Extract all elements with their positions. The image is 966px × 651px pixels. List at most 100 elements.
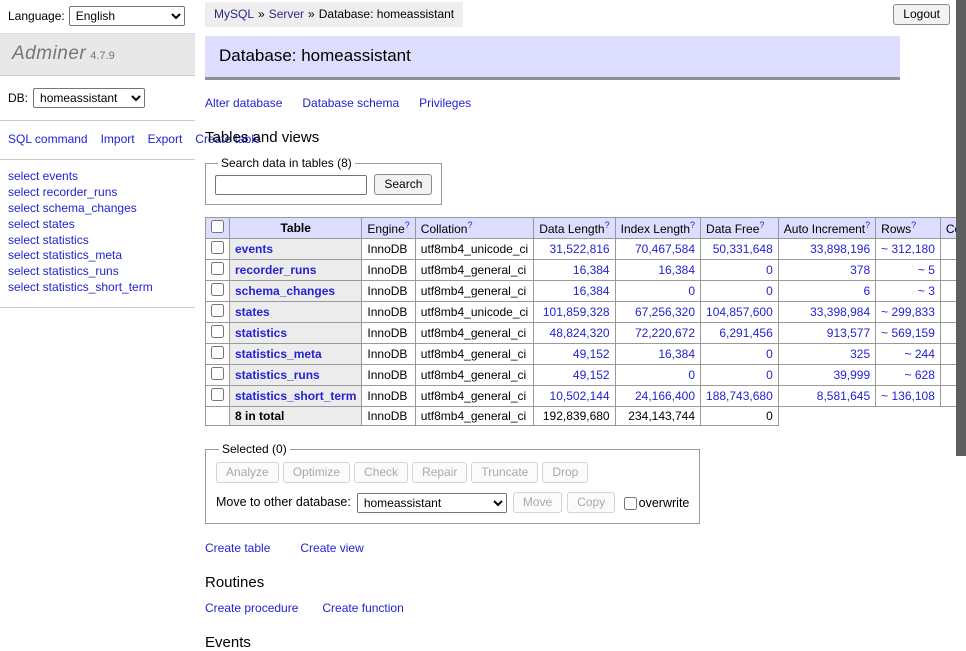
auto-increment-link[interactable]: 8,581,645 xyxy=(817,389,870,403)
sidebar-select-link[interactable]: select schema_changes xyxy=(8,201,187,217)
sidebar-select-link[interactable]: select statistics xyxy=(8,233,187,249)
sidebar-action-link[interactable]: Import xyxy=(101,132,135,146)
move-button[interactable]: Move xyxy=(513,492,562,513)
language-select[interactable]: English xyxy=(69,6,185,26)
row-checkbox[interactable] xyxy=(211,262,224,275)
breadcrumb-link[interactable]: Server xyxy=(269,7,304,21)
create-link[interactable]: Create table xyxy=(205,541,270,555)
sidebar-select-link[interactable]: select statistics_short_term xyxy=(8,280,187,296)
sidebar-action-link[interactable]: Export xyxy=(148,132,183,146)
index-length-link[interactable]: 16,384 xyxy=(658,263,695,277)
auto-increment-link[interactable]: 33,398,984 xyxy=(810,305,870,319)
rows-link[interactable]: ~ 299,833 xyxy=(881,305,935,319)
index-length-link[interactable]: 0 xyxy=(688,284,695,298)
data-free-link[interactable]: 0 xyxy=(766,347,773,361)
row-checkbox[interactable] xyxy=(211,304,224,317)
data-length-link[interactable]: 16,384 xyxy=(573,284,610,298)
index-length-link[interactable]: 24,166,400 xyxy=(635,389,695,403)
table-name-link[interactable]: states xyxy=(235,305,270,319)
selected-action-button[interactable]: Repair xyxy=(412,462,467,483)
index-length-link[interactable]: 16,384 xyxy=(658,347,695,361)
column-help-link[interactable]: ? xyxy=(405,220,410,230)
column-help-link[interactable]: ? xyxy=(605,220,610,230)
row-checkbox[interactable] xyxy=(211,241,224,254)
row-checkbox[interactable] xyxy=(211,388,224,401)
table-name-link[interactable]: schema_changes xyxy=(235,284,335,298)
column-help-link[interactable]: ? xyxy=(759,220,764,230)
auto-increment-link[interactable]: 33,898,196 xyxy=(810,242,870,256)
data-free-link[interactable]: 6,291,456 xyxy=(719,326,772,340)
database-nav-link[interactable]: Alter database xyxy=(205,96,282,110)
table-name-link[interactable]: events xyxy=(235,242,273,256)
db-select[interactable]: homeassistant xyxy=(33,88,145,108)
data-free-link[interactable]: 104,857,600 xyxy=(706,305,773,319)
index-length-link[interactable]: 70,467,584 xyxy=(635,242,695,256)
copy-button[interactable]: Copy xyxy=(567,492,615,513)
routine-link[interactable]: Create procedure xyxy=(205,601,298,615)
sidebar-action-link[interactable]: SQL command xyxy=(8,132,88,146)
table-name-link[interactable]: statistics xyxy=(235,326,287,340)
move-database-select[interactable]: homeassistant xyxy=(357,493,507,513)
row-checkbox[interactable] xyxy=(211,325,224,338)
data-free-link[interactable]: 50,331,648 xyxy=(713,242,773,256)
data-free-link[interactable]: 0 xyxy=(766,284,773,298)
breadcrumb-link[interactable]: MySQL xyxy=(214,7,254,21)
auto-increment-link[interactable]: 39,999 xyxy=(833,368,870,382)
table-name-link[interactable]: statistics_runs xyxy=(235,368,320,382)
data-length-link[interactable]: 48,824,320 xyxy=(550,326,610,340)
database-nav-link[interactable]: Database schema xyxy=(302,96,399,110)
rows-link[interactable]: ~ 244 xyxy=(905,347,935,361)
auto-increment-link[interactable]: 6 xyxy=(863,284,870,298)
data-free-link[interactable]: 0 xyxy=(766,263,773,277)
rows-link[interactable]: ~ 312,180 xyxy=(881,242,935,256)
auto-increment-link[interactable]: 913,577 xyxy=(827,326,870,340)
index-length-link[interactable]: 0 xyxy=(688,368,695,382)
routine-link[interactable]: Create function xyxy=(322,601,403,615)
table-name-link[interactable]: statistics_short_term xyxy=(235,389,356,403)
column-help-link[interactable]: ? xyxy=(467,220,472,230)
overwrite-checkbox[interactable] xyxy=(624,497,637,510)
column-help-link[interactable]: ? xyxy=(690,220,695,230)
search-button[interactable]: Search xyxy=(374,174,432,195)
data-length-link[interactable]: 16,384 xyxy=(573,263,610,277)
index-length-link[interactable]: 72,220,672 xyxy=(635,326,695,340)
rows-link[interactable]: ~ 628 xyxy=(905,368,935,382)
sidebar-select-link[interactable]: select recorder_runs xyxy=(8,185,187,201)
selected-action-button[interactable]: Drop xyxy=(542,462,588,483)
selected-action-button[interactable]: Analyze xyxy=(216,462,279,483)
rows-link[interactable]: ~ 3 xyxy=(918,284,935,298)
select-all-checkbox[interactable] xyxy=(211,220,224,233)
scrollbar-thumb[interactable] xyxy=(956,0,966,456)
data-length-link[interactable]: 49,152 xyxy=(573,368,610,382)
sidebar-select-link[interactable]: select statistics_meta xyxy=(8,248,187,264)
column-help-link[interactable]: ? xyxy=(911,220,916,230)
data-length-link[interactable]: 101,859,328 xyxy=(543,305,610,319)
sidebar-select-link[interactable]: select states xyxy=(8,217,187,233)
selected-action-button[interactable]: Truncate xyxy=(471,462,538,483)
row-checkbox[interactable] xyxy=(211,367,224,380)
rows-link[interactable]: ~ 569,159 xyxy=(881,326,935,340)
sidebar-select-link[interactable]: select events xyxy=(8,169,187,185)
selected-action-button[interactable]: Check xyxy=(354,462,408,483)
scrollbar-track[interactable] xyxy=(956,0,966,543)
auto-increment-link[interactable]: 378 xyxy=(850,263,870,277)
database-nav-link[interactable]: Privileges xyxy=(419,96,471,110)
row-checkbox[interactable] xyxy=(211,346,224,359)
sidebar-select-link[interactable]: select statistics_runs xyxy=(8,264,187,280)
data-free-link[interactable]: 0 xyxy=(766,368,773,382)
rows-link[interactable]: ~ 5 xyxy=(918,263,935,277)
table-name-link[interactable]: recorder_runs xyxy=(235,263,316,277)
data-length-link[interactable]: 10,502,144 xyxy=(550,389,610,403)
auto-increment-link[interactable]: 325 xyxy=(850,347,870,361)
logout-button[interactable]: Logout xyxy=(893,4,950,25)
search-input[interactable] xyxy=(215,175,367,195)
table-name-link[interactable]: statistics_meta xyxy=(235,347,322,361)
rows-link[interactable]: ~ 136,108 xyxy=(881,389,935,403)
column-help-link[interactable]: ? xyxy=(865,220,870,230)
data-length-link[interactable]: 31,522,816 xyxy=(550,242,610,256)
data-free-link[interactable]: 188,743,680 xyxy=(706,389,773,403)
data-length-link[interactable]: 49,152 xyxy=(573,347,610,361)
index-length-link[interactable]: 67,256,320 xyxy=(635,305,695,319)
create-link[interactable]: Create view xyxy=(300,541,363,555)
row-checkbox[interactable] xyxy=(211,283,224,296)
